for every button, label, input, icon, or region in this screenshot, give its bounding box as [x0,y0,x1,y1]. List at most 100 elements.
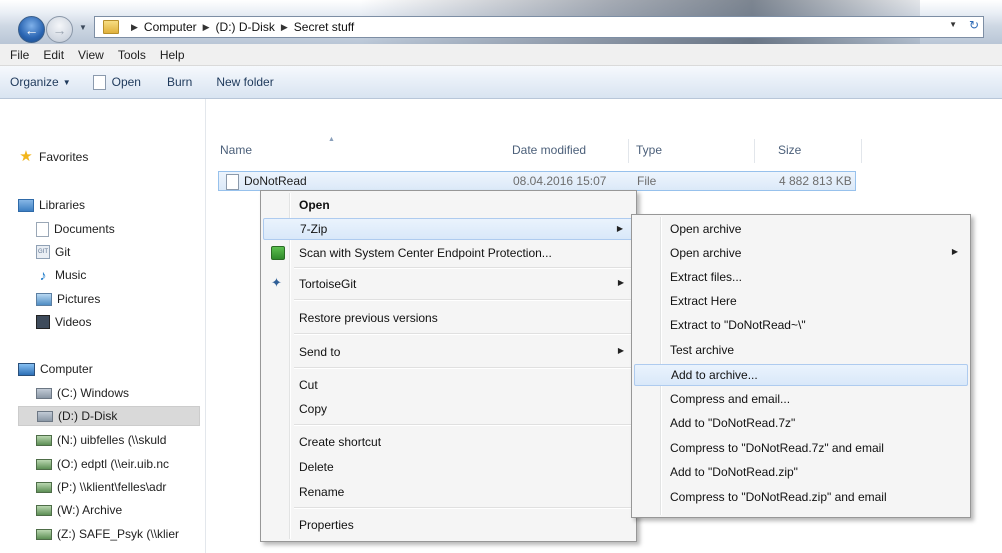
7zip-extract-files[interactable]: Extract files... [634,266,968,288]
column-divider[interactable] [628,139,629,163]
open-button[interactable]: Open [83,74,141,90]
nav-drive-p[interactable]: (P:) \\klient\felles\adr [36,477,202,497]
forward-arrow-icon: → [52,21,67,38]
context-restore[interactable]: Restore previous versions [263,307,634,329]
7zip-add-to-archive[interactable]: Add to archive... [634,364,968,386]
submenu-arrow-icon: ▶ [616,224,623,233]
navigation-pane: ★ Favorites Libraries Documents GIT Git … [0,99,206,553]
menu-separator [294,299,633,301]
7zip-compress-7z-email[interactable]: Compress to "DoNotRead.7z" and email [634,437,968,459]
menu-bar: File Edit View Tools Help [0,44,1002,66]
7zip-compress-zip-email[interactable]: Compress to "DoNotRead.zip" and email [634,486,968,508]
file-type: File [637,174,657,188]
network-drive-icon [36,528,52,540]
menu-file[interactable]: File [0,48,36,62]
nav-documents[interactable]: Documents [36,219,202,239]
chevron-right-icon[interactable]: ▶ [131,22,138,33]
burn-button[interactable]: Burn [167,75,192,89]
submenu-arrow-icon: ▶ [951,247,958,256]
context-properties[interactable]: Properties [263,514,634,536]
nav-libraries[interactable]: Libraries [18,195,202,215]
context-create-shortcut[interactable]: Create shortcut [263,431,634,453]
context-cut[interactable]: Cut [263,374,634,396]
address-dropdown-icon[interactable]: ▼ [949,20,957,29]
nav-git[interactable]: GIT Git [36,242,202,262]
7zip-open-archive-sub-label: Open archive [670,246,742,260]
nav-favorites[interactable]: ★ Favorites [18,147,202,167]
context-7zip[interactable]: 7-Zip ▶ [263,218,634,240]
menu-tools[interactable]: Tools [111,48,153,62]
breadcrumb-computer[interactable]: Computer [144,20,197,34]
7zip-extract-to[interactable]: Extract to "DoNotRead~\" [634,314,968,336]
context-open[interactable]: Open [263,194,634,216]
chevron-right-icon[interactable]: ▶ [203,22,210,33]
context-tortoisegit[interactable]: ✦ TortoiseGit ▶ [263,273,634,295]
refresh-icon[interactable]: ↻ [969,18,979,32]
nav-pictures[interactable]: Pictures [36,289,202,309]
recent-pages-dropdown-icon[interactable]: ▼ [79,23,87,32]
context-copy[interactable]: Copy [263,398,634,420]
computer-icon [18,362,35,376]
organize-button[interactable]: Organize ▼ [10,75,71,89]
nav-drive-label: (D:) D-Disk [58,409,118,423]
column-divider[interactable] [754,139,755,163]
menu-view[interactable]: View [71,48,111,62]
back-button[interactable]: ← [18,16,45,43]
column-name[interactable]: Name [220,143,252,157]
column-type[interactable]: Type [636,143,662,157]
folder-icon [103,20,119,34]
nav-drive-label: (W:) Archive [57,503,123,517]
nav-drive-label: (C:) Windows [57,386,130,400]
document-icon [92,74,106,90]
organize-label: Organize [10,75,59,89]
7zip-compress-and-email[interactable]: Compress and email... [634,388,968,410]
7zip-open-archive-sub[interactable]: Open archive ▶ [634,242,968,264]
nav-drive-w[interactable]: (W:) Archive [36,500,202,520]
context-delete[interactable]: Delete [263,456,634,478]
chevron-right-icon[interactable]: ▶ [281,22,288,33]
back-arrow-icon: ← [24,21,39,38]
nav-computer[interactable]: Computer [18,359,202,379]
7zip-submenu: Open archive Open archive ▶ Extract file… [631,214,971,518]
submenu-arrow-icon: ▶ [617,346,624,355]
column-divider[interactable] [861,139,862,163]
title-bar: ← → ▼ ▶ Computer ▶ (D:) D-Disk ▶ Secret … [0,0,1002,44]
nav-videos[interactable]: Videos [36,312,202,332]
nav-drive-d[interactable]: (D:) D-Disk [18,406,200,426]
address-bar[interactable]: ▶ Computer ▶ (D:) D-Disk ▶ Secret stuff … [94,16,984,38]
forward-button[interactable]: → [46,16,73,43]
7zip-test-archive[interactable]: Test archive [634,339,968,361]
nav-drive-n[interactable]: (N:) uibfelles (\\skuld [36,430,202,450]
column-date-modified[interactable]: Date modified [512,143,586,157]
nav-drive-o[interactable]: (O:) edptl (\\eir.uib.nc [36,454,202,474]
context-send-to[interactable]: Send to ▶ [263,341,634,363]
nav-drive-c[interactable]: (C:) Windows [36,383,202,403]
nav-libraries-label: Libraries [39,198,86,212]
file-row[interactable]: DoNotRead 08.04.2016 15:07 File 4 882 81… [218,171,856,191]
7zip-extract-here[interactable]: Extract Here [634,290,968,312]
git-library-icon: GIT [36,245,50,259]
context-scan[interactable]: Scan with System Center Endpoint Protect… [263,242,634,264]
menu-edit[interactable]: Edit [36,48,71,62]
nav-music[interactable]: ♪ Music [36,265,202,285]
7zip-add-to-zip[interactable]: Add to "DoNotRead.zip" [634,461,968,483]
context-menu: Open 7-Zip ▶ Scan with System Center End… [260,190,637,542]
7zip-add-to-7z[interactable]: Add to "DoNotRead.7z" [634,412,968,434]
windows-drive-icon [36,387,52,399]
nav-drive-z[interactable]: (Z:) SAFE_Psyk (\\klier [36,524,202,544]
network-drive-icon [36,434,52,446]
menu-help[interactable]: Help [153,48,192,62]
menu-separator [294,367,633,369]
menu-separator [294,333,633,335]
new-folder-button[interactable]: New folder [216,75,273,89]
context-7zip-label: 7-Zip [300,222,328,236]
network-drive-icon [36,504,52,516]
column-size[interactable]: Size [778,143,801,157]
7zip-open-archive[interactable]: Open archive [634,218,968,240]
breadcrumb-d-disk[interactable]: (D:) D-Disk [216,20,275,34]
context-rename[interactable]: Rename [263,481,634,503]
hard-drive-icon [37,410,53,422]
breadcrumb-secret-stuff[interactable]: Secret stuff [294,20,354,34]
nav-drive-label: (P:) \\klient\felles\adr [57,480,167,494]
nav-documents-label: Documents [54,222,115,236]
